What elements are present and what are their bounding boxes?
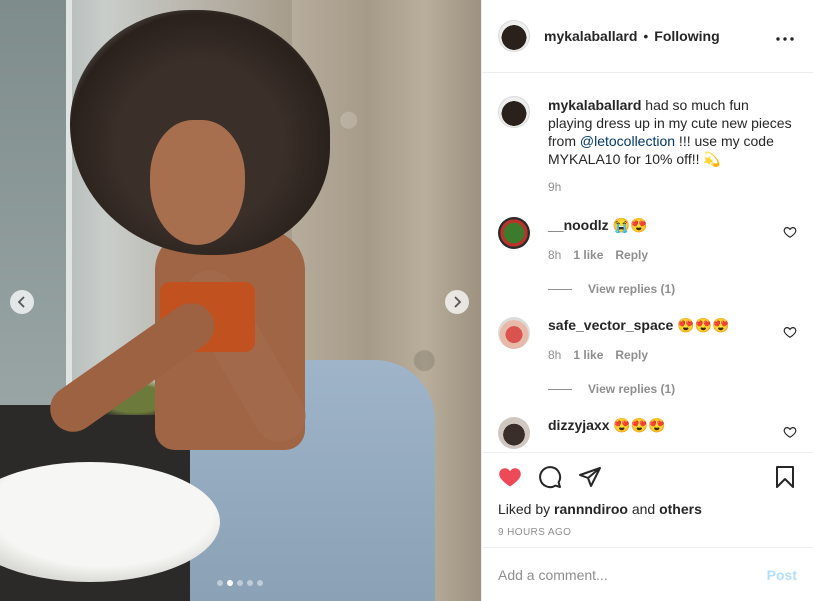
comment-body: __noodlz 😭😍 8h 1 like Reply <box>548 217 788 262</box>
comments-list[interactable]: mykalaballard had so much fun playing dr… <box>482 74 813 452</box>
comment-body: dizzyjaxx 😍😍😍 <box>548 417 788 449</box>
reply-button[interactable]: Reply <box>615 248 648 262</box>
caption-text: mykalaballard had so much fun playing dr… <box>548 96 797 168</box>
commenter-avatar[interactable] <box>498 217 530 249</box>
slide-dot <box>247 580 253 586</box>
liked-by-others-link[interactable]: others <box>659 501 702 517</box>
reply-button[interactable]: Reply <box>615 348 648 362</box>
comment-likes[interactable]: 1 like <box>573 348 603 362</box>
post-side-panel: mykalaballard • Following mykalaballard … <box>481 0 813 601</box>
caption-body: mykalaballard had so much fun playing dr… <box>548 96 797 196</box>
liked-by-username[interactable]: rannndiroo <box>554 501 628 517</box>
replies-divider <box>548 388 572 390</box>
previous-slide-button[interactable] <box>10 290 34 314</box>
caption-username[interactable]: mykalaballard <box>548 97 641 113</box>
slide-dot <box>237 580 243 586</box>
post-photo <box>0 0 481 601</box>
comment-meta: 8h 1 like Reply <box>548 248 788 262</box>
view-replies-button[interactable]: View replies (1) <box>548 282 797 296</box>
mirror-wall <box>0 0 70 420</box>
post-actions: Liked by rannndiroo and others 9 HOURS A… <box>482 452 813 547</box>
share-icon[interactable] <box>578 465 602 489</box>
comment-time: 8h <box>548 348 562 362</box>
comment-text: 😭😍 <box>612 217 648 233</box>
next-slide-button[interactable] <box>445 290 469 314</box>
liked-by-prefix: Liked by <box>498 501 555 517</box>
like-comment-heart-icon[interactable] <box>783 325 797 339</box>
comment-body: safe_vector_space 😍😍😍 8h 1 like Reply <box>548 317 788 362</box>
action-icons <box>498 453 797 501</box>
commenter-username[interactable]: dizzyjaxx <box>548 417 609 433</box>
mirror-edge <box>66 0 72 420</box>
chevron-right-icon <box>454 296 462 308</box>
like-comment-heart-icon[interactable] <box>783 425 797 439</box>
separator: • <box>643 28 649 44</box>
caption: mykalaballard had so much fun playing dr… <box>498 96 797 196</box>
caption-mention-link[interactable]: @letocollection <box>580 133 675 149</box>
slide-dot <box>257 580 263 586</box>
liked-heart-icon[interactable] <box>498 465 522 489</box>
add-comment-bar: Post <box>482 547 813 601</box>
comment-time: 8h <box>548 248 562 262</box>
commenter-avatar[interactable] <box>498 317 530 349</box>
commenter-avatar[interactable] <box>498 417 530 449</box>
face <box>150 120 245 245</box>
more-options-button[interactable] <box>773 28 797 44</box>
comment-item: safe_vector_space 😍😍😍 8h 1 like Reply <box>498 317 797 362</box>
bookmark-icon[interactable] <box>773 465 797 489</box>
view-replies-label: View replies (1) <box>588 382 676 396</box>
comment-text: 😍😍😍 <box>613 417 666 433</box>
view-replies-button[interactable]: View replies (1) <box>548 382 797 396</box>
comment-input[interactable] <box>498 566 767 583</box>
commenter-username[interactable]: __noodlz <box>548 217 609 233</box>
post-header: mykalaballard • Following <box>482 0 813 73</box>
likes-summary: Liked by rannndiroo and others <box>498 501 797 517</box>
chevron-left-icon <box>17 296 25 308</box>
commenter-username[interactable]: safe_vector_space <box>548 317 673 333</box>
comment-text: 😍😍😍 <box>677 317 730 333</box>
slide-indicator <box>217 580 263 586</box>
author-username[interactable]: mykalaballard <box>544 28 637 44</box>
post-timestamp[interactable]: 9 HOURS AGO <box>498 527 797 538</box>
caption-avatar[interactable] <box>498 96 530 128</box>
like-comment-heart-icon[interactable] <box>783 225 797 239</box>
following-button[interactable]: Following <box>654 28 719 44</box>
caption-time: 9h <box>548 180 562 194</box>
comment-item: dizzyjaxx 😍😍😍 <box>498 417 797 449</box>
post-comment-button[interactable]: Post <box>767 567 797 583</box>
comment-likes[interactable]: 1 like <box>573 248 603 262</box>
liked-by-and: and <box>627 501 660 517</box>
more-horizontal-icon <box>776 37 794 41</box>
replies-divider <box>548 288 572 290</box>
comment-meta: 8h 1 like Reply <box>548 348 788 362</box>
comment-icon[interactable] <box>538 465 562 489</box>
slide-dot-active <box>227 580 233 586</box>
author-avatar[interactable] <box>498 20 530 52</box>
slide-dot <box>217 580 223 586</box>
comment-item: __noodlz 😭😍 8h 1 like Reply <box>498 217 797 262</box>
view-replies-label: View replies (1) <box>588 282 676 296</box>
